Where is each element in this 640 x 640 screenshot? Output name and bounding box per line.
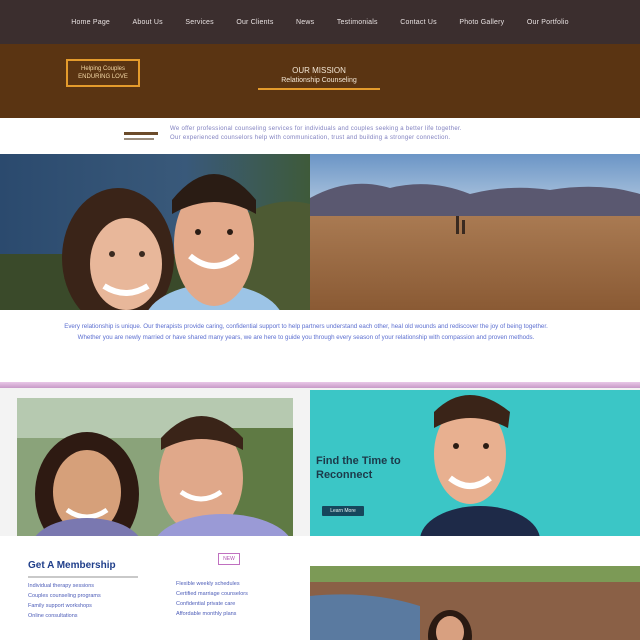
nav-about[interactable]: About Us [132, 19, 162, 26]
nav-contact[interactable]: Contact Us [400, 19, 437, 26]
nav-news[interactable]: News [296, 19, 314, 26]
hero-badge[interactable]: Helping Couples ENDURING LOVE [66, 59, 140, 87]
couple-photo-1 [0, 154, 310, 310]
list-item: Certified marriage counselors [176, 591, 248, 597]
nav-gallery[interactable]: Photo Gallery [459, 19, 504, 26]
info-tag[interactable]: NEW [218, 553, 240, 565]
promo-panel: Find the Time to Reconnect Learn More [310, 390, 640, 536]
hero-badge-line1: Helping Couples [80, 66, 126, 72]
list-item: Confidential private care [176, 601, 236, 607]
intro-text-line1: We offer professional counseling service… [170, 126, 462, 132]
nav-testimonials[interactable]: Testimonials [337, 19, 378, 26]
hero-subtitle: Relationship Counseling [281, 77, 357, 84]
hero-title: OUR MISSION [292, 66, 346, 75]
nav-clients[interactable]: Our Clients [236, 19, 273, 26]
intro-text-line2: Our experienced counselors help with com… [170, 135, 451, 141]
landscape-photo-2 [310, 566, 640, 640]
promo-headline: Find the Time to Reconnect [316, 455, 401, 481]
intro-accent-bar-thin [124, 138, 154, 140]
landscape-photo-1 [310, 154, 640, 310]
mid-text-paragraph: Every relationship is unique. Our therap… [64, 323, 548, 341]
info-heading-rule [28, 576, 138, 578]
intro-strip: We offer professional counseling service… [0, 118, 640, 154]
list-item: Couples counseling programs [28, 593, 101, 599]
promo-cta-button[interactable]: Learn More [322, 506, 364, 516]
hero-banner: Helping Couples ENDURING LOVE OUR MISSIO… [0, 44, 640, 118]
top-navigation: Home Page About Us Services Our Clients … [0, 0, 640, 44]
couple-photo-2 [17, 398, 293, 536]
list-item: Online consultations [28, 613, 78, 619]
info-list-a: Individual therapy sessions Couples coun… [28, 581, 148, 621]
mid-text-block: Every relationship is unique. Our therap… [0, 310, 640, 382]
list-item: Flexible weekly schedules [176, 581, 240, 587]
nav-portfolio[interactable]: Our Portfolio [527, 19, 569, 26]
intro-accent-bar [124, 132, 158, 135]
list-item: Individual therapy sessions [28, 583, 95, 589]
list-item: Family support workshops [28, 603, 92, 609]
info-heading: Get A Membership [28, 560, 116, 571]
nav-home[interactable]: Home Page [71, 19, 110, 26]
hero-underline [258, 88, 380, 90]
hero-title-block: OUR MISSION Relationship Counseling [258, 66, 380, 90]
nav-services[interactable]: Services [185, 19, 213, 26]
hero-badge-line2: ENDURING LOVE [78, 74, 128, 80]
info-list-b: Flexible weekly schedules Certified marr… [176, 579, 296, 619]
intro-text: We offer professional counseling service… [170, 125, 530, 143]
list-item: Affordable monthly plans [176, 611, 237, 617]
